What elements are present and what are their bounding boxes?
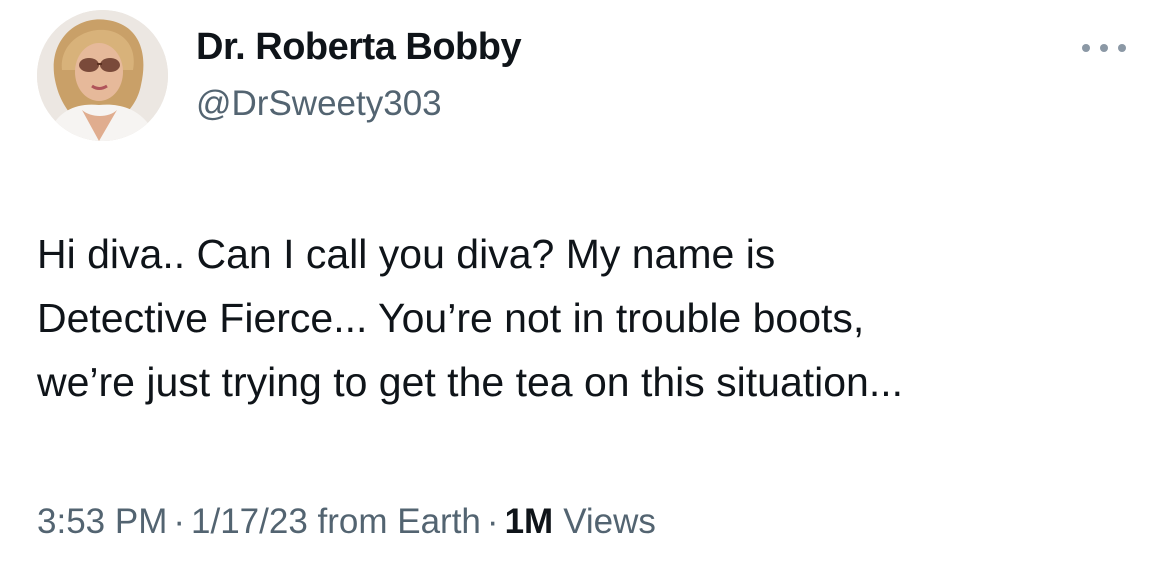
more-horizontal-icon <box>1082 44 1090 52</box>
avatar[interactable] <box>37 10 168 141</box>
tweet-text-line: Hi diva.. Can I call you diva? My name i… <box>37 231 776 277</box>
views-count[interactable]: 1M <box>505 502 554 542</box>
meta-separator: · <box>486 502 499 541</box>
tweet-text-line: we’re just trying to get the tea on this… <box>37 359 904 405</box>
meta-separator: · <box>173 502 186 541</box>
tweet-text: Hi diva.. Can I call you diva? My name i… <box>37 222 1137 414</box>
more-horizontal-icon <box>1100 44 1108 52</box>
author-display-name[interactable]: Dr. Roberta Bobby <box>196 26 522 69</box>
tweet-card: Dr. Roberta Bobby @DrSweety303 Hi diva..… <box>0 0 1158 588</box>
tweet-time[interactable]: 3:53 PM <box>37 502 167 542</box>
views-label[interactable]: Views <box>563 502 656 542</box>
more-horizontal-icon <box>1118 44 1126 52</box>
tweet-meta: 3:53 PM · 1/17/23 from Earth · 1M Views <box>37 502 656 542</box>
more-options-button[interactable] <box>1078 34 1130 62</box>
tweet-date-source[interactable]: 1/17/23 from Earth <box>191 502 481 542</box>
profile-photo-icon <box>37 10 168 141</box>
author-handle[interactable]: @DrSweety303 <box>196 84 442 124</box>
tweet-text-line: Detective Fierce... You’re not in troubl… <box>37 295 865 341</box>
